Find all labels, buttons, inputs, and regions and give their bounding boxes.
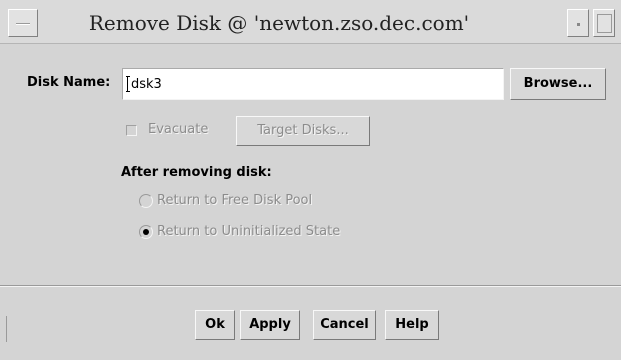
minimize-button[interactable] — [567, 9, 589, 37]
text-cursor-icon — [126, 76, 130, 92]
edge-mark — [6, 316, 7, 342]
window-menu-button[interactable] — [8, 9, 38, 37]
apply-button[interactable]: Apply — [240, 310, 300, 340]
disk-name-label: Disk Name: — [27, 75, 111, 90]
maximize-icon — [597, 14, 612, 33]
radio-free-disk-pool[interactable] — [139, 194, 153, 208]
disk-name-input[interactable] — [131, 75, 491, 93]
after-removing-heading: After removing disk: — [121, 165, 272, 180]
ok-button[interactable]: Ok — [195, 310, 235, 340]
evacuate-label: Evacuate — [148, 122, 209, 137]
window-title: Remove Disk @ 'newton.zso.dec.com' — [88, 11, 470, 35]
radio-selected-dot — [143, 229, 149, 235]
separator — [0, 285, 621, 287]
radio-uninitialized-state-label: Return to Uninitialized State — [157, 224, 341, 239]
window-menu-icon — [16, 23, 30, 25]
disk-name-field[interactable] — [122, 68, 504, 100]
minimize-icon — [577, 23, 580, 26]
evacuate-checkbox[interactable] — [126, 125, 137, 136]
radio-uninitialized-state[interactable] — [139, 225, 153, 239]
radio-free-disk-pool-label: Return to Free Disk Pool — [157, 193, 313, 208]
maximize-button[interactable] — [593, 9, 615, 37]
help-button[interactable]: Help — [385, 310, 439, 340]
title-bar: Remove Disk @ 'newton.zso.dec.com' — [0, 0, 621, 44]
target-disks-button[interactable]: Target Disks... — [236, 116, 370, 146]
browse-button[interactable]: Browse... — [510, 68, 606, 100]
cancel-button[interactable]: Cancel — [313, 310, 376, 340]
